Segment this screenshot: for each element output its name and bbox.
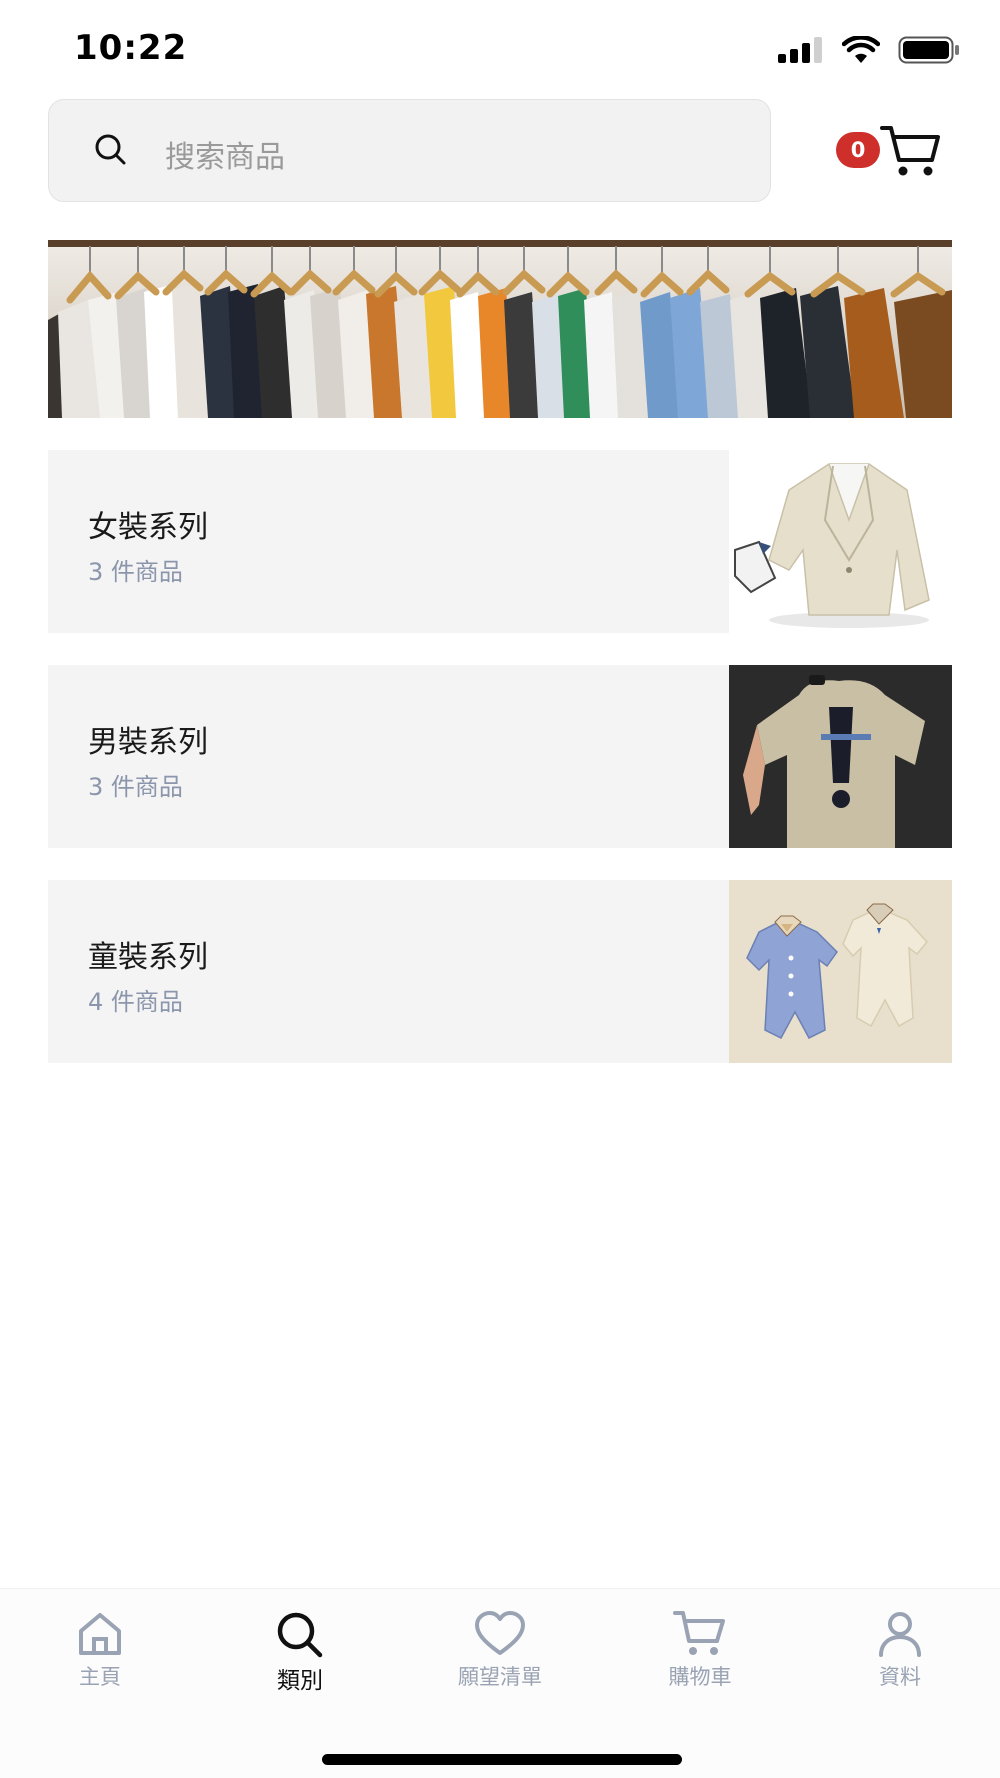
cart-count-badge: 0 [836, 132, 880, 168]
category-title: 女裝系列 [88, 510, 208, 545]
search-icon [95, 134, 126, 165]
status-icons [778, 30, 960, 70]
nav-item-profile[interactable]: 資料 [820, 1609, 980, 1709]
nav-item-categories[interactable]: 類別 [220, 1609, 380, 1709]
cart-icon [880, 126, 940, 176]
nav-label: 類別 [277, 1668, 323, 1694]
search-input[interactable]: 搜索商品 [48, 99, 771, 202]
search-placeholder: 搜索商品 [165, 140, 285, 175]
category-title: 男裝系列 [88, 725, 208, 760]
bottom-nav: 主頁 類別 願望清單 購物車 資料 [0, 1588, 1000, 1778]
battery-icon [898, 36, 959, 64]
category-count: 4 件商品 [88, 988, 183, 1016]
wifi-icon [842, 36, 880, 63]
nav-label: 願望清單 [458, 1665, 542, 1689]
cart-button[interactable]: 0 [836, 124, 946, 184]
status-bar: 10:22 [0, 0, 1000, 96]
category-thumbnail [729, 450, 952, 633]
signal-icon [778, 37, 822, 63]
nav-label: 購物車 [668, 1665, 732, 1689]
category-count: 3 件商品 [88, 773, 183, 801]
home-indicator[interactable] [322, 1754, 682, 1765]
nav-item-home[interactable]: 主頁 [20, 1609, 180, 1709]
home-icon [79, 1613, 121, 1655]
user-icon [879, 1612, 921, 1657]
heart-icon [475, 1611, 525, 1655]
nav-item-wishlist[interactable]: 願望清單 [420, 1609, 580, 1709]
category-count: 3 件商品 [88, 558, 183, 586]
category-card-mens[interactable]: 男裝系列 3 件商品 [48, 665, 952, 848]
category-thumbnail [729, 880, 952, 1063]
clothes-rack-photo [48, 240, 952, 418]
nav-item-cart[interactable]: 購物車 [620, 1609, 780, 1709]
nav-label: 主頁 [79, 1665, 121, 1689]
search-icon [277, 1612, 323, 1658]
nav-label: 資料 [879, 1665, 921, 1689]
banner-image[interactable] [48, 240, 952, 418]
baby-romper-photo [729, 880, 952, 1063]
category-thumbnail [729, 665, 952, 848]
cart-icon [673, 1611, 725, 1655]
tshirt-photo [729, 665, 952, 848]
status-time: 10:22 [74, 28, 188, 68]
category-card-womens[interactable]: 女裝系列 3 件商品 [48, 450, 952, 633]
category-card-kids[interactable]: 童裝系列 4 件商品 [48, 880, 952, 1063]
category-title: 童裝系列 [88, 940, 208, 975]
blazer-photo [729, 450, 952, 633]
